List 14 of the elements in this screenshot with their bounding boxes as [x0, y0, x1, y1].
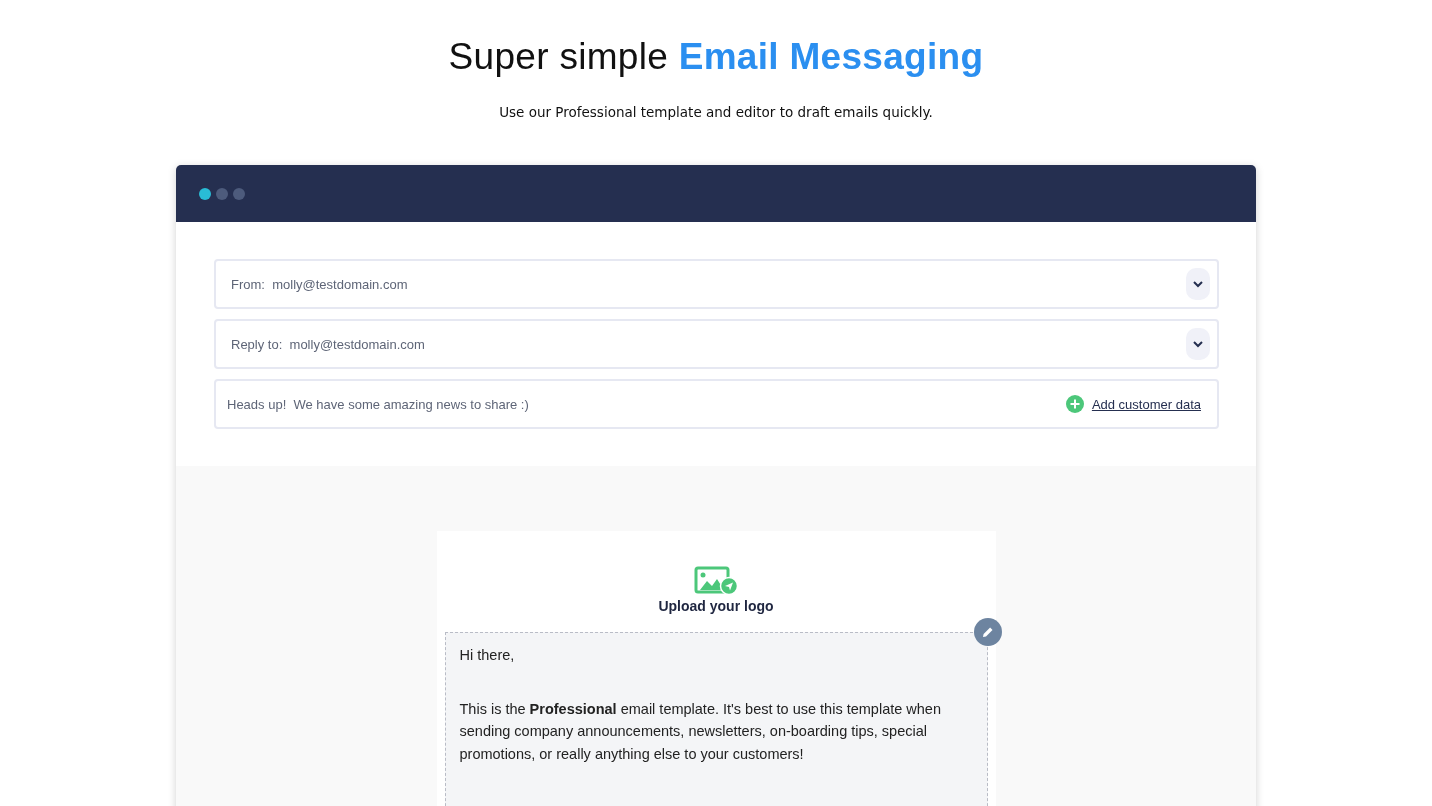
chevron-down-icon[interactable]: [1186, 328, 1210, 360]
email-greeting: Hi there,: [459, 646, 516, 665]
sender-dropdown[interactable]: Reply to: molly@testdomain.com: [214, 319, 1219, 369]
page-subheading: Use our Professional template and editor to draft emails quickly.: [499, 104, 933, 120]
upload-logo-label[interactable]: Upload your logo: [658, 598, 774, 614]
edit-button[interactable]: [973, 618, 1002, 646]
page-heading: Super simple Email Messaging: [448, 36, 984, 78]
plus-icon: [1065, 395, 1084, 413]
sender-dropdown[interactable]: From: molly@testdomain.com: [214, 259, 1219, 309]
pencil-icon: [981, 626, 994, 638]
add-customer-data-link[interactable]: Add customer data: [1065, 395, 1201, 413]
chevron-down-icon[interactable]: [1186, 268, 1210, 300]
email-body-paragraph: This is the Professional email template. It's best to use this template when sending company announcements, newsletters, on-boarding tips, special promotions, or really anything else to your customers!: [459, 699, 942, 764]
subject-field[interactable]: Heads up! We have some amazing news to share :) Add customer data: [214, 379, 1219, 429]
